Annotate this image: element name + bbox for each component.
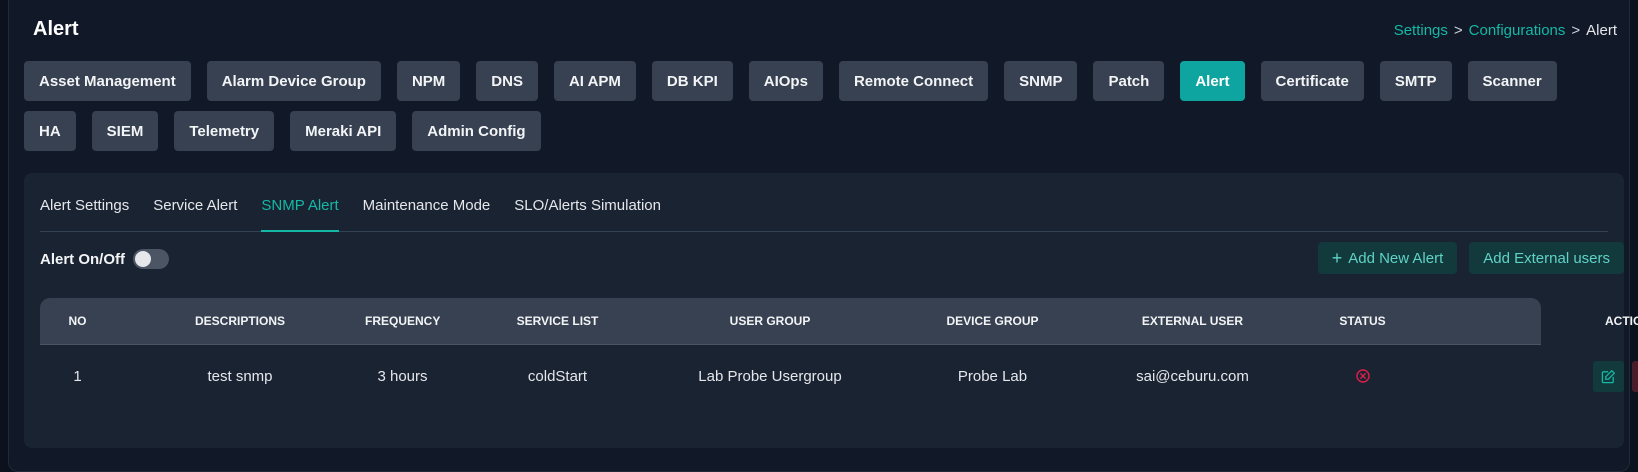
config-nav: Asset Management Alarm Device Group NPM … <box>24 61 1624 151</box>
nav-ai-apm-button[interactable]: AI APM <box>553 61 636 101</box>
nav-aiops-button[interactable]: AIOps <box>748 61 823 101</box>
column-header-action: ACTION <box>1605 314 1638 328</box>
tab-maintenance-mode[interactable]: Maintenance Mode <box>363 195 491 232</box>
nav-db-kpi-button[interactable]: DB KPI <box>651 61 733 101</box>
plus-icon: + <box>1331 248 1343 268</box>
nav-asset-management-button[interactable]: Asset Management <box>24 61 191 101</box>
nav-remote-connect-button[interactable]: Remote Connect <box>838 61 989 101</box>
edit-icon <box>1601 369 1615 383</box>
cell-no: 1 <box>73 367 82 385</box>
nav-dns-button[interactable]: DNS <box>476 61 538 101</box>
cell-status <box>1265 369 1460 383</box>
column-header-no: NO <box>68 314 87 328</box>
breadcrumb: Settings > Configurations > Alert <box>1394 22 1617 39</box>
nav-scanner-button[interactable]: Scanner <box>1467 61 1557 101</box>
cell-user-group: Lab Probe Usergroup <box>698 367 842 385</box>
alert-panel: Alert Settings Service Alert SNMP Alert … <box>24 173 1638 448</box>
table-header: NO DESCRIPTIONS FREQUENCY SERVICE LIST U… <box>40 298 1638 345</box>
cell-frequency: 3 hours <box>377 367 428 385</box>
nav-telemetry-button[interactable]: Telemetry <box>174 111 275 151</box>
nav-ha-button[interactable]: HA <box>24 111 76 151</box>
alert-toggle-row: Alert On/Off <box>40 249 169 269</box>
cell-device-group: Probe Lab <box>957 367 1028 385</box>
column-header-status: STATUS <box>1339 314 1386 328</box>
nav-alarm-device-group-button[interactable]: Alarm Device Group <box>206 61 381 101</box>
table-row: 1 test snmp 3 hours coldStart Lab Probe … <box>40 345 1638 407</box>
page-title: Alert <box>33 18 79 40</box>
tab-snmp-alert[interactable]: SNMP Alert <box>261 195 339 232</box>
column-header-service-list: SERVICE LIST <box>516 314 599 328</box>
column-header-frequency: FREQUENCY <box>365 314 441 328</box>
action-buttons: + Add New Alert Add External users <box>1317 242 1624 274</box>
breadcrumb-current: Alert <box>1586 22 1617 39</box>
add-new-alert-button[interactable]: + Add New Alert <box>1317 242 1458 274</box>
nav-smtp-button[interactable]: SMTP <box>1379 61 1452 101</box>
nav-meraki-api-button[interactable]: Meraki API <box>290 111 397 151</box>
column-header-device-group: DEVICE GROUP <box>946 314 1039 328</box>
breadcrumb-configurations[interactable]: Configurations <box>1469 22 1566 39</box>
tab-slo-alerts-simulation[interactable]: SLO/Alerts Simulation <box>514 195 661 232</box>
breadcrumb-settings[interactable]: Settings <box>1394 22 1448 39</box>
add-external-users-label: Add External users <box>1483 249 1610 267</box>
tab-service-alert[interactable]: Service Alert <box>153 195 237 232</box>
cell-description: test snmp <box>207 367 273 385</box>
add-new-alert-label: Add New Alert <box>1348 249 1444 267</box>
x-circle-icon <box>1355 369 1370 383</box>
alert-toggle-switch[interactable] <box>133 249 169 269</box>
toggle-knob <box>135 251 151 267</box>
edit-button[interactable] <box>1593 360 1624 392</box>
cell-external-user: sai@ceburu.com <box>1136 367 1249 385</box>
add-external-users-button[interactable]: Add External users <box>1469 242 1624 274</box>
nav-certificate-button[interactable]: Certificate <box>1260 61 1364 101</box>
tab-alert-settings[interactable]: Alert Settings <box>40 195 129 232</box>
nav-patch-button[interactable]: Patch <box>1093 61 1165 101</box>
breadcrumb-separator: > <box>1453 22 1463 39</box>
cell-service-list: coldStart <box>527 367 588 385</box>
nav-npm-button[interactable]: NPM <box>396 61 461 101</box>
alert-tabs: Alert Settings Service Alert SNMP Alert … <box>40 195 1608 232</box>
alert-toggle-label: Alert On/Off <box>40 250 125 268</box>
delete-button[interactable] <box>1632 360 1638 392</box>
nav-snmp-button[interactable]: SNMP <box>1004 61 1078 101</box>
nav-alert-button[interactable]: Alert <box>1180 61 1245 101</box>
cell-action <box>1528 360 1638 392</box>
column-header-user-group: USER GROUP <box>729 314 811 328</box>
breadcrumb-separator: > <box>1571 22 1581 39</box>
nav-siem-button[interactable]: SIEM <box>91 111 159 151</box>
snmp-alert-table: NO DESCRIPTIONS FREQUENCY SERVICE LIST U… <box>40 298 1638 407</box>
nav-admin-config-button[interactable]: Admin Config <box>412 111 541 151</box>
column-header-descriptions: DESCRIPTIONS <box>194 314 285 328</box>
column-header-external-user: EXTERNAL USER <box>1141 314 1244 328</box>
